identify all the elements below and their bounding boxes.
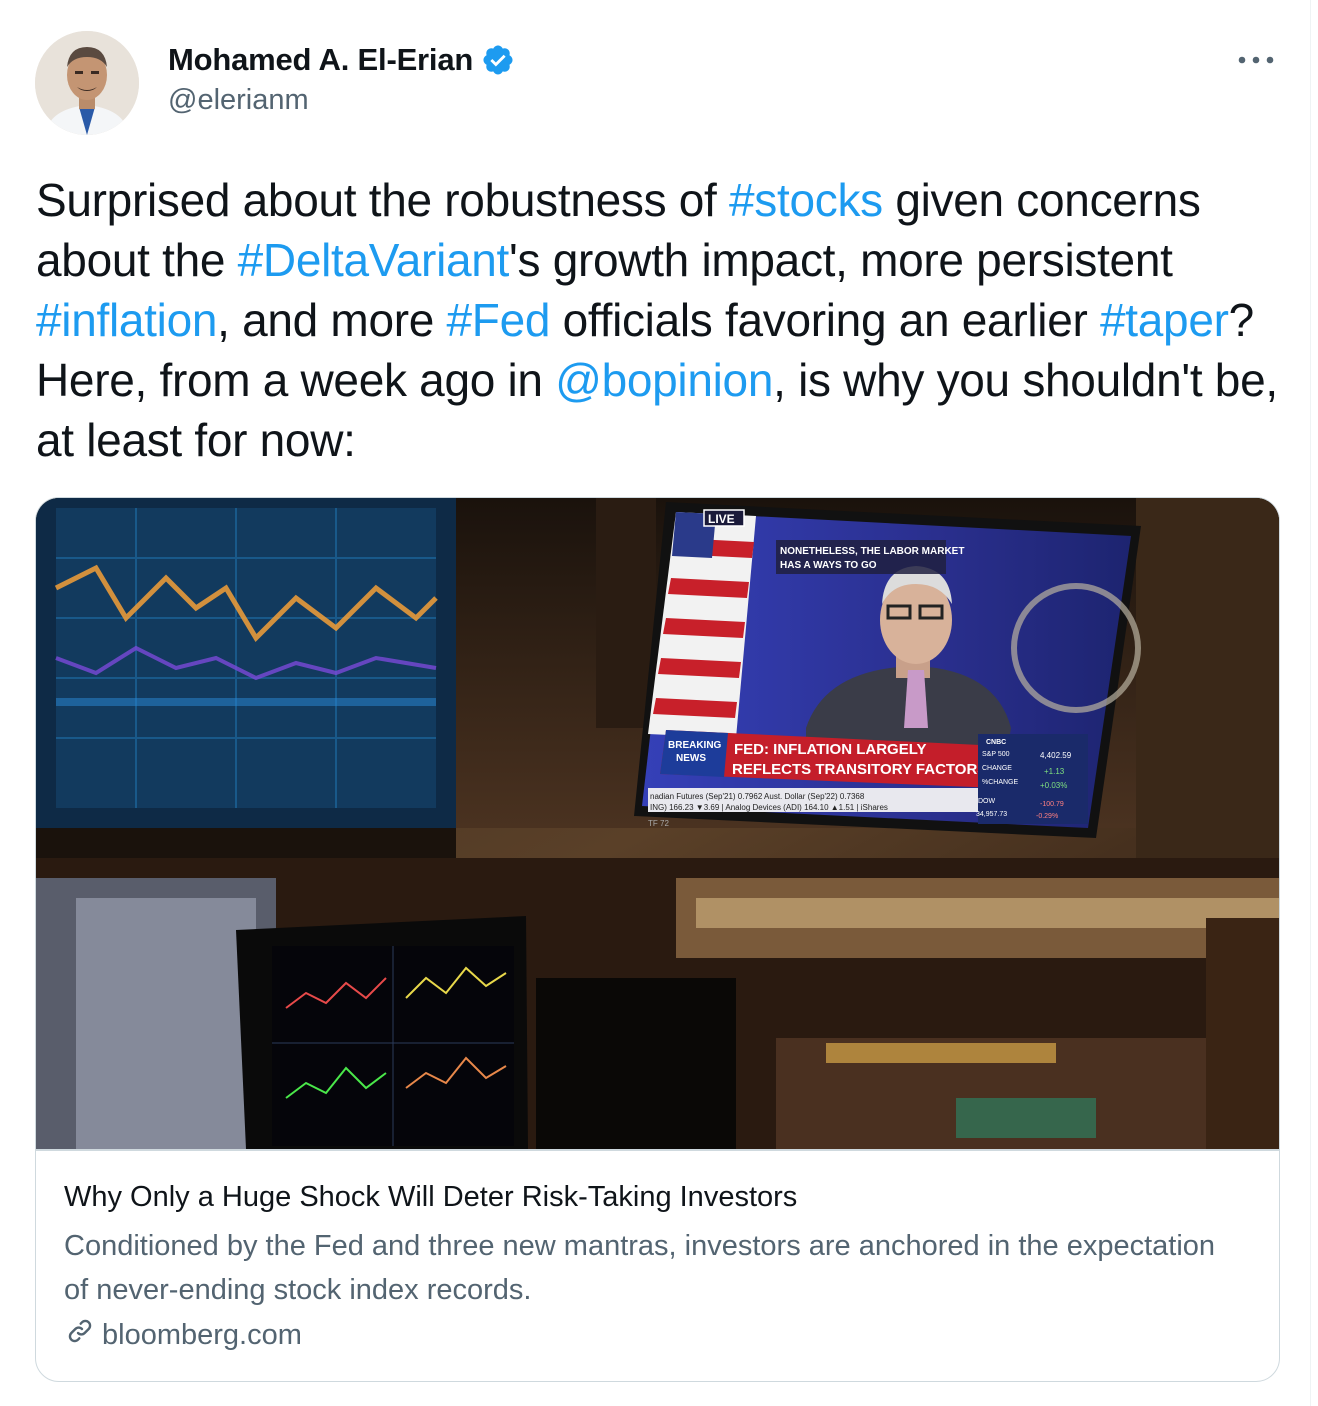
card-image[interactable]: LIVE NONETHELESS, THE LABOR MARKET HAS A… — [36, 498, 1279, 1149]
headline-line-2: REFLECTS TRANSITORY FACTORS — [732, 761, 987, 778]
author-handle[interactable]: @elerianm — [168, 84, 309, 117]
change-value: +1.13 — [1044, 767, 1065, 776]
tweet-text-segment: , and more — [217, 294, 447, 346]
card-domain-row[interactable]: bloomberg.com — [64, 1315, 302, 1355]
card-divider — [36, 1149, 1279, 1151]
more-dots-icon — [1238, 56, 1274, 64]
verified-badge-icon — [481, 43, 515, 77]
card-description[interactable]: Conditioned by the Fed and three new man… — [64, 1224, 1244, 1312]
more-options-button[interactable] — [1232, 40, 1280, 80]
link-card[interactable]: LIVE NONETHELESS, THE LABOR MARKET HAS A… — [35, 497, 1280, 1382]
ticker-line-2: ING) 166.23 ▼3.69 | Analog Devices (ADI)… — [650, 803, 888, 812]
tweet-text-segment: 's growth impact, more persistent — [509, 234, 1173, 286]
dow-change: -100.79 — [1040, 801, 1064, 808]
quote-line-1: NONETHELESS, THE LABOR MARKET — [780, 546, 964, 557]
live-label: LIVE — [708, 512, 735, 526]
tf-label: TF 72 — [648, 819, 669, 828]
tweet: Mohamed A. El-Erian @elerianm Surprised … — [0, 0, 1311, 1406]
author-name-row[interactable]: Mohamed A. El-Erian — [168, 38, 515, 82]
dow-value: 34,957.73 — [976, 811, 1007, 818]
sp-label: S&P 500 — [982, 751, 1010, 758]
tweet-text-segment: Surprised about the robustness of — [36, 174, 730, 226]
headline-line-1: FED: INFLATION LARGELY — [734, 741, 927, 758]
avatar-photo-icon — [35, 31, 139, 135]
ticker-line-1: nadian Futures (Sep'21) 0.7962 Aust. Dol… — [650, 792, 865, 801]
network-label: CNBC — [986, 739, 1006, 746]
hashtag-link[interactable]: #taper — [1100, 294, 1229, 346]
card-title[interactable]: Why Only a Huge Shock Will Deter Risk-Ta… — [64, 1181, 797, 1214]
author-display-name[interactable]: Mohamed A. El-Erian — [168, 42, 473, 78]
dow-label: DOW — [978, 798, 996, 805]
trading-floor-photo: LIVE NONETHELESS, THE LABOR MARKET HAS A… — [36, 498, 1279, 1149]
link-icon — [64, 1315, 96, 1355]
tweet-text: Surprised about the robustness of #stock… — [36, 170, 1281, 470]
tweet-text-segment: officials favoring an earlier — [550, 294, 1100, 346]
pct-value: +0.03% — [1040, 781, 1067, 790]
hashtag-link[interactable]: #inflation — [36, 294, 217, 346]
breaking-label: BREAKING — [668, 740, 722, 751]
card-domain[interactable]: bloomberg.com — [102, 1319, 302, 1352]
hashtag-link[interactable]: #Fed — [447, 294, 551, 346]
news-label: NEWS — [676, 753, 706, 764]
dow-pct: -0.29% — [1036, 813, 1058, 820]
sp-value: 4,402.59 — [1040, 751, 1072, 760]
hashtag-link[interactable]: #DeltaVariant — [238, 234, 510, 286]
mention-link[interactable]: @bopinion — [555, 354, 773, 406]
quote-line-2: HAS A WAYS TO GO — [780, 560, 877, 571]
change-label: CHANGE — [982, 765, 1012, 772]
hashtag-link[interactable]: #stocks — [729, 174, 883, 226]
author-avatar[interactable] — [35, 31, 139, 135]
pct-label: %CHANGE — [982, 779, 1019, 786]
